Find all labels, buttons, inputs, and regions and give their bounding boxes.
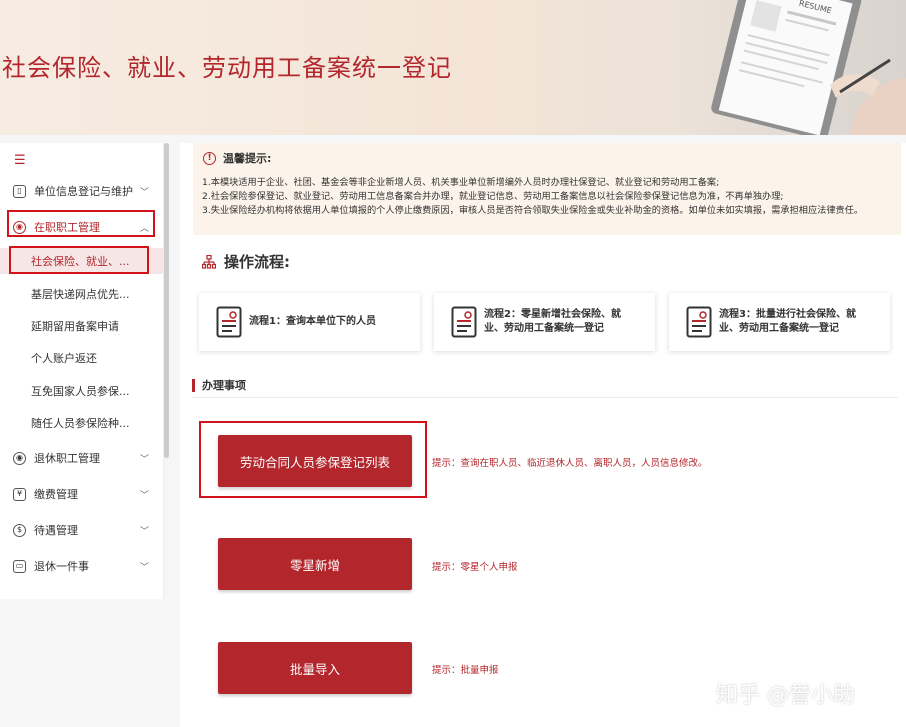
watermark: 知乎 @誉小助 (716, 683, 855, 708)
process-title: 操作流程: (224, 253, 290, 271)
clipboard-illustration: RESUME (640, 0, 906, 135)
hint-text: 提示：批量申报 (432, 665, 499, 676)
sidebar-item-label: 待遇管理 (34, 524, 78, 537)
main-content: ! 温馨提示: 1.本模块适用于企业、社团、基金会等非企业新增人员、机关事业单位… (180, 143, 906, 727)
flow-step-2-card: 流程2：零星新增社会保险、就 业、劳动用工备案统一登记 (434, 293, 655, 351)
chevron-down-icon: ﹀ (139, 187, 149, 198)
sidebar-item-retiree-management[interactable]: ◉ 退休职工管理 ﹀ (0, 445, 163, 471)
batch-import-button[interactable]: 批量导入 (218, 642, 412, 694)
process-section-title: 操作流程: (202, 251, 290, 272)
retire-matter-icon: ▭ (13, 559, 26, 573)
chevron-down-icon: ﹀ (139, 490, 149, 501)
sidebar-subitem-label: 个人账户返还 (31, 352, 97, 365)
contract-staff-registration-list-button[interactable]: 劳动合同人员参保登记列表 (218, 435, 412, 487)
sidebar-item-label: 单位信息登记与维护 (34, 185, 133, 198)
sidebar-item-label: 退休职工管理 (34, 452, 100, 465)
flowchart-icon (202, 254, 216, 269)
document-icon (451, 306, 477, 338)
section-accent-bar (192, 378, 195, 392)
document-icon (216, 306, 242, 338)
flow-step-line: 业、劳动用工备案统一登记 (719, 323, 839, 334)
flow-step-line: 流程1：查询本单位下的人员 (249, 316, 376, 327)
divider (192, 397, 898, 398)
sidebar-subitem-accompanying-personnel[interactable]: 随任人员参保险种... (0, 410, 163, 436)
sidebar-subitem-mutual-exemption[interactable]: 互免国家人员参保... (0, 378, 163, 404)
sidebar-item-benefit-management[interactable]: $ 待遇管理 ﹀ (0, 517, 163, 543)
flow-step-line: 流程2：零星新增社会保险、就 (484, 309, 621, 320)
sidebar-item-label: 缴费管理 (34, 488, 78, 501)
flow-step-line: 业、劳动用工备案统一登记 (484, 323, 604, 334)
sidebar-scrollbar[interactable] (164, 143, 169, 458)
notice-text: 1.本模块适用于企业、社团、基金会等非企业新增人员、机关事业单位新增编外人员时办… (202, 176, 900, 218)
payment-icon: ¥ (13, 487, 26, 501)
operations-section-title: 办理事项 (192, 377, 246, 393)
sidebar-subitem-label: 延期留用备案申请 (31, 320, 119, 333)
chevron-down-icon: ﹀ (139, 562, 149, 573)
flow-step-3-card: 流程3：批量进行社会保险、就 业、劳动用工备案统一登记 (669, 293, 890, 351)
sidebar-item-unit-info[interactable]: ▯ 单位信息登记与维护 ﹀ (0, 178, 163, 204)
document-icon (686, 306, 712, 338)
notice-line-2: 2.社会保险参保登记、就业登记、劳动用工信息备案合并办理，就业登记信息、劳动用工… (202, 191, 784, 202)
page-title: 社会保险、就业、劳动用工备案统一登记 (2, 54, 452, 82)
benefit-icon: $ (13, 523, 26, 537)
highlight-frame-menu (7, 210, 155, 237)
retiree-icon: ◉ (13, 451, 26, 465)
notice-line-1: 1.本模块适用于企业、社团、基金会等非企业新增人员、机关事业单位新增编外人员时办… (202, 177, 720, 188)
sidebar-item-label: 退休一件事 (34, 560, 89, 573)
sidebar-item-payment-management[interactable]: ¥ 缴费管理 ﹀ (0, 481, 163, 507)
info-icon: ! (203, 151, 216, 165)
sidebar-subitem-extended-retention[interactable]: 延期留用备案申请 (0, 313, 163, 339)
notice-line-3: 3.失业保险经办机构将依据用人单位填报的个人停止缴费原因，审核人员是否符合领取失… (202, 205, 864, 216)
sidebar-item-retire-one-matter[interactable]: ▭ 退休一件事 ﹀ (0, 553, 163, 579)
flow-step-1-text: 流程1：查询本单位下的人员 (249, 315, 376, 329)
notice-header: ! 温馨提示: (203, 150, 271, 166)
flow-step-line: 流程3：批量进行社会保险、就 (719, 309, 856, 320)
hint-text: 提示：零星个人申报 (432, 562, 518, 573)
chevron-down-icon: ﹀ (139, 526, 149, 537)
header-banner: 社会保险、就业、劳动用工备案统一登记 RESUME (0, 0, 906, 135)
notice-box: ! 温馨提示: 1.本模块适用于企业、社团、基金会等非企业新增人员、机关事业单位… (193, 143, 901, 235)
flow-step-3-text: 流程3：批量进行社会保险、就 业、劳动用工备案统一登记 (719, 308, 856, 336)
operations-title: 办理事项 (202, 379, 246, 392)
sidebar-subitem-label: 随任人员参保险种... (31, 417, 130, 430)
building-icon: ▯ (13, 184, 26, 198)
flow-step-1-card: 流程1：查询本单位下的人员 (199, 293, 420, 351)
sidebar-subitem-account-refund[interactable]: 个人账户返还 (0, 345, 163, 371)
sporadic-add-button[interactable]: 零星新增 (218, 538, 412, 590)
sidebar-subitem-express-outlet[interactable]: 基层快递网点优先... (0, 281, 163, 307)
notice-title: 温馨提示: (223, 152, 272, 165)
highlight-frame-submenu (9, 246, 149, 274)
sidebar-subitem-label: 互免国家人员参保... (31, 385, 130, 398)
hint-text: 提示：查询在职人员、临近退休人员、离职人员，人员信息修改。 (432, 458, 708, 469)
menu-fold-icon[interactable]: ☰ (14, 153, 26, 168)
chevron-down-icon: ﹀ (139, 454, 149, 465)
flow-step-2-text: 流程2：零星新增社会保险、就 业、劳动用工备案统一登记 (484, 308, 621, 336)
sidebar-subitem-label: 基层快递网点优先... (31, 288, 130, 301)
